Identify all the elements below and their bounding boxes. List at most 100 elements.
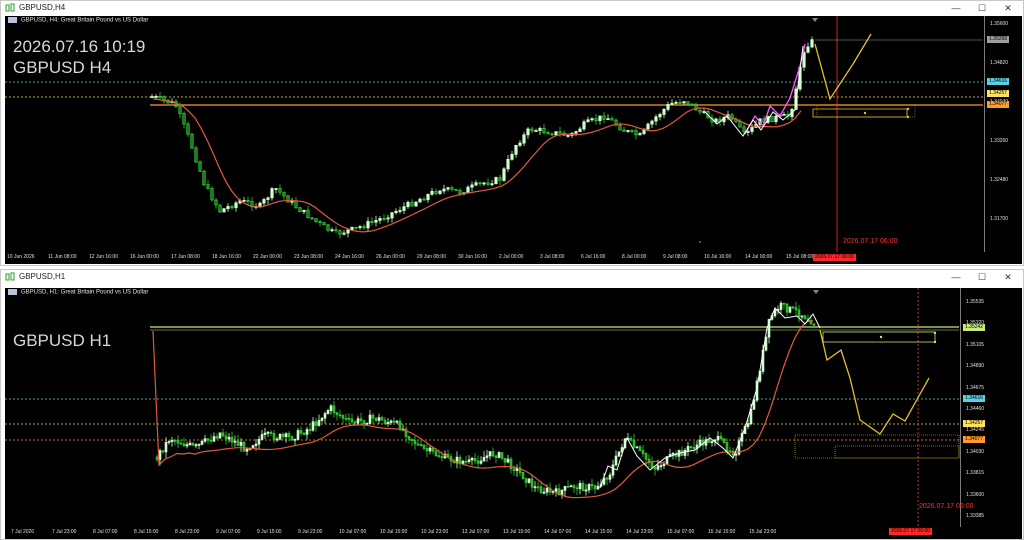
- candle-body: [317, 420, 321, 426]
- price-tick-label: 1.31700: [990, 216, 1009, 222]
- target-marker: [933, 340, 937, 344]
- price-chart[interactable]: GBPUSD, H4: Great Britain Pound vs US Do…: [5, 16, 1022, 264]
- price-level-tag: 1.34616: [963, 395, 986, 402]
- candle-body: [302, 209, 306, 213]
- chart-canvas: [5, 288, 960, 528]
- time-tick-label: 14 Jul 00:00: [745, 254, 773, 260]
- candle-body: [806, 46, 810, 53]
- vline-label: 2026.07.17 06:00: [919, 503, 974, 510]
- target-zone-box: [812, 108, 908, 118]
- price-axis: [960, 288, 961, 527]
- candle-body: [330, 229, 334, 232]
- candle-body: [584, 489, 588, 492]
- candle-body: [510, 153, 514, 160]
- maximize-button[interactable]: ☐: [975, 2, 989, 14]
- time-tick-label: 17 Jun 08:00: [171, 254, 200, 260]
- candle-body: [290, 200, 294, 203]
- time-tick-label: 9 Jul 23:00: [298, 529, 323, 535]
- zone-outline-outer: [794, 434, 960, 459]
- candle-body: [545, 487, 549, 493]
- window-titlebar[interactable]: GBPUSD,H4 — ☐ ✕: [1, 1, 1023, 16]
- candle-body: [366, 221, 370, 229]
- candle-body: [670, 102, 674, 105]
- candle-body: [746, 131, 750, 133]
- candle-body: [514, 144, 518, 155]
- candle-body: [329, 405, 333, 411]
- candle-body: [218, 432, 222, 439]
- candle-body: [582, 121, 586, 130]
- candle-body: [542, 491, 546, 494]
- price-tick-label: 1.34245: [966, 427, 985, 434]
- candle-body: [377, 417, 381, 421]
- candle-body: [274, 188, 278, 190]
- time-tick-label: 10 Jul 07:00: [339, 529, 367, 535]
- minimize-button[interactable]: —: [949, 2, 963, 14]
- close-button[interactable]: ✕: [1001, 2, 1015, 14]
- target-marker: [879, 335, 883, 339]
- candle-body: [682, 101, 686, 104]
- candle-body: [323, 413, 327, 419]
- candle-body: [234, 202, 238, 209]
- time-tick-label: 23 Jun 08:00: [294, 254, 323, 260]
- candle-body: [779, 302, 783, 310]
- candle-body: [197, 443, 201, 446]
- candle-body: [746, 423, 750, 427]
- candle-body: [227, 436, 231, 440]
- candle-body: [164, 441, 168, 453]
- candle-body: [262, 199, 266, 204]
- candle-body: [254, 443, 258, 446]
- candle-body: [188, 442, 192, 445]
- time-tick-label: 15 Jul 08:00: [786, 254, 814, 260]
- time-tick-label: 12 Jun 16:00: [89, 254, 118, 260]
- symbol-overlay: GBPUSD H1: [13, 331, 112, 350]
- chart-window-icon: [5, 3, 15, 12]
- maximize-button[interactable]: ☐: [975, 271, 989, 283]
- time-tick-label: 8 Jul 00:00: [622, 254, 647, 260]
- datetime-overlay: 2026.07.16 10:19: [13, 37, 146, 56]
- candle-body: [674, 101, 678, 104]
- candle-body: [563, 485, 567, 491]
- candle-body: [518, 142, 522, 146]
- candle-body: [554, 131, 558, 136]
- chart-header: GBPUSD, H1: Great Britain Pound vs US Do…: [8, 289, 148, 296]
- symbol-overlay: GBPUSD H4: [13, 58, 112, 77]
- candle-body: [305, 429, 309, 435]
- target-zone-outline: [816, 104, 916, 118]
- time-tick-label: 8 Jul 15:00: [134, 529, 159, 535]
- candle-body: [534, 130, 538, 132]
- candle-body: [442, 188, 446, 192]
- time-tick-label: 14 Jul 15:00: [585, 529, 613, 535]
- window-titlebar[interactable]: GBPUSD,H1 — ☐ ✕: [1, 270, 1023, 285]
- candle-body: [200, 440, 204, 445]
- time-tick-label: 22 Jun 00:00: [253, 254, 282, 260]
- candle-body: [774, 115, 778, 122]
- candle-body: [608, 474, 612, 480]
- time-tick-label: 15 Jul 23:00: [749, 529, 777, 535]
- candle-body: [470, 457, 474, 461]
- close-button[interactable]: ✕: [1001, 271, 1015, 283]
- chart-window-h1: GBPUSD,H1 — ☐ ✕ GBPUSD, H1: Great Britai…: [0, 269, 1024, 540]
- candle-body: [482, 182, 486, 185]
- window-title: GBPUSD,H4: [19, 3, 66, 12]
- candle-body: [658, 113, 662, 118]
- candle-body: [479, 460, 483, 464]
- candle-body: [662, 463, 666, 467]
- time-tick-label: 7 Jul 23:00: [52, 529, 77, 535]
- chart-dot: [699, 241, 701, 243]
- candle-body: [270, 188, 274, 199]
- time-tick-label: 10 Jul 15:00: [380, 529, 408, 535]
- candle-body: [311, 421, 315, 431]
- candle-body: [245, 448, 249, 452]
- minimize-button[interactable]: —: [949, 271, 963, 283]
- price-axis: [984, 16, 985, 252]
- candle-body: [671, 452, 675, 455]
- candle-body: [398, 210, 402, 212]
- candle-body: [402, 206, 406, 211]
- candle-body: [587, 484, 591, 491]
- candle-body: [406, 201, 410, 208]
- candle-body: [374, 219, 378, 223]
- price-tick-label: 1.34890: [966, 363, 985, 370]
- price-chart[interactable]: GBPUSD, H1: Great Britain Pound vs US Do…: [5, 288, 1022, 539]
- time-tick-label: 14 Jul 23:00: [626, 529, 654, 535]
- time-tick-label: 13 Jul 07:00: [462, 529, 490, 535]
